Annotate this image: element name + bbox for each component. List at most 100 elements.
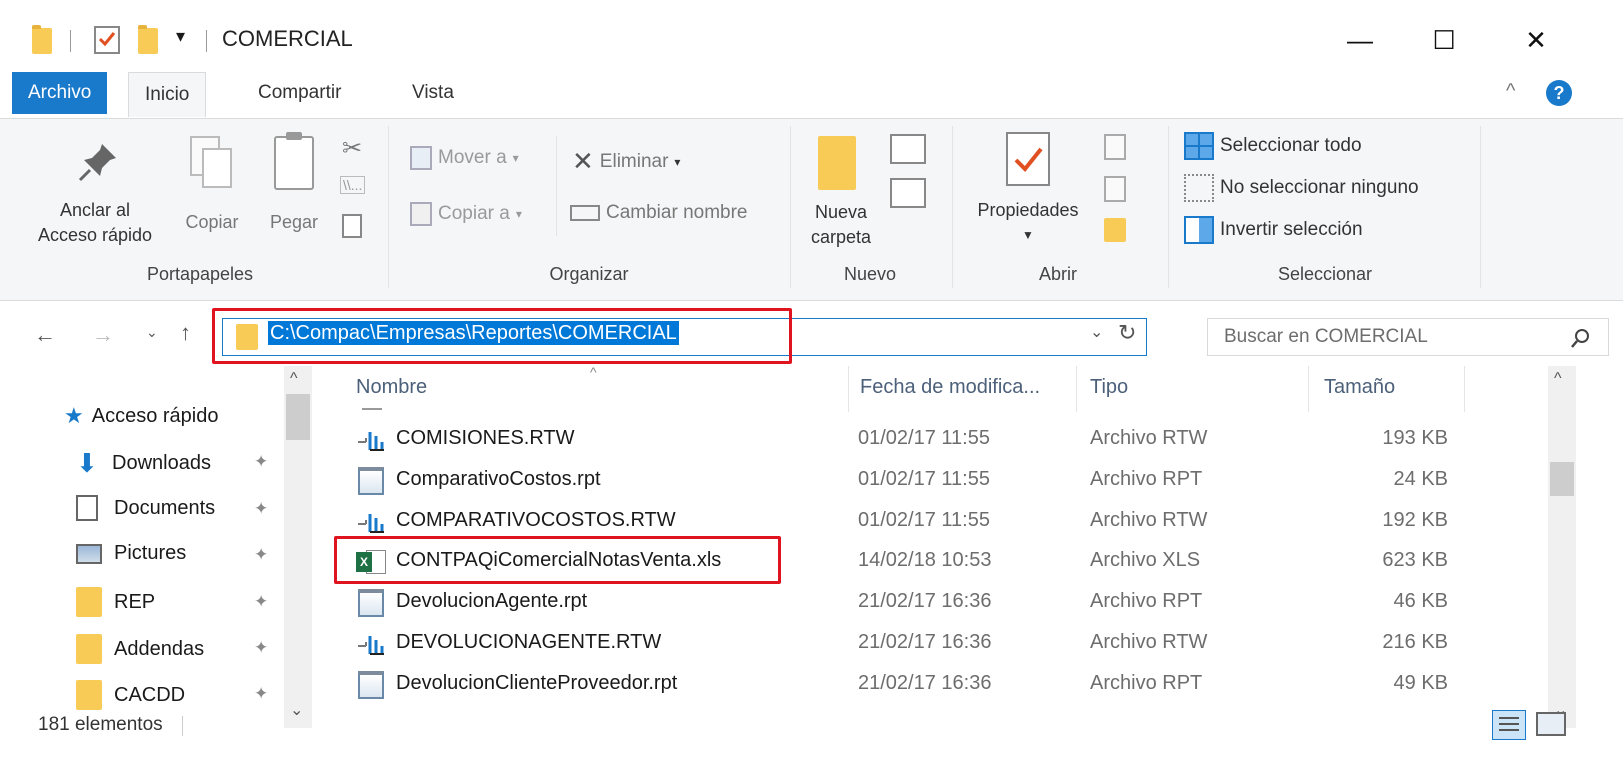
file-date: 01/02/17 11:55 bbox=[858, 508, 990, 531]
copy-to-label: Copiar a bbox=[438, 203, 510, 224]
status-bar bbox=[0, 736, 1623, 766]
copy-icon bbox=[190, 136, 234, 188]
qat-separator bbox=[70, 30, 71, 52]
copy-to-button[interactable]: Copiar a ▾ bbox=[410, 202, 522, 226]
details-view-icon[interactable] bbox=[1492, 710, 1526, 740]
nav-quick-access[interactable]: ★ Acceso rápido bbox=[64, 403, 218, 429]
rename-button[interactable]: Cambiar nombre bbox=[570, 202, 748, 224]
easy-access-icon[interactable] bbox=[890, 178, 926, 208]
nav-item-addendas[interactable]: Addendas bbox=[76, 634, 204, 664]
table-row[interactable]: COMISIONES.RTW 01/02/17 11:55 Archivo RTW 1… bbox=[358, 418, 1502, 460]
paste-shortcut-icon[interactable] bbox=[342, 214, 362, 238]
back-arrow-icon[interactable]: ← bbox=[34, 322, 56, 348]
sort-indicator-icon: ^ bbox=[590, 364, 597, 380]
qat-dropdown-icon[interactable]: ▾ bbox=[176, 26, 185, 47]
large-icons-view-icon[interactable] bbox=[1536, 712, 1566, 736]
pinned-icon: ✦ bbox=[254, 684, 269, 703]
nav-item-pictures[interactable]: Pictures bbox=[76, 542, 186, 565]
properties-check-icon[interactable] bbox=[94, 26, 120, 54]
nav-item-cacdd[interactable]: CACDD bbox=[76, 680, 185, 710]
new-item-icon[interactable] bbox=[890, 134, 926, 164]
copy-path-icon[interactable]: \\... bbox=[340, 176, 366, 194]
column-divider[interactable] bbox=[848, 366, 849, 412]
table-row[interactable]: DevolucionAgente.rpt 21/02/17 16:36 Archiv… bbox=[358, 581, 1502, 623]
delete-button[interactable]: ✕ Eliminar ▾ bbox=[572, 146, 680, 177]
maximize-button[interactable]: ☐ bbox=[1414, 10, 1474, 70]
new-folder-icon bbox=[818, 136, 856, 190]
recent-locations-icon[interactable]: ⌄ bbox=[146, 324, 158, 341]
scroll-thumb[interactable] bbox=[286, 394, 310, 440]
pinned-icon: ✦ bbox=[254, 638, 269, 657]
file-type: Archivo RTW bbox=[1090, 427, 1208, 449]
column-header-date[interactable]: Fecha de modifica... bbox=[860, 376, 1040, 399]
cut-icon[interactable]: ✂ bbox=[342, 134, 362, 163]
invert-selection-button[interactable]: Invertir selección bbox=[1184, 216, 1363, 244]
properties-button[interactable]: Propiedades ▼ bbox=[960, 198, 1096, 248]
table-row[interactable]: DEVOLUCIONAGENTE.RTW 21/02/17 16:36 Archiv… bbox=[358, 622, 1502, 664]
column-header-name[interactable]: Nombre bbox=[356, 376, 427, 399]
table-row[interactable]: ComparativoCostos.rpt 01/02/17 11:55 Archi… bbox=[358, 459, 1502, 501]
scroll-up-icon[interactable]: ^ bbox=[1554, 370, 1562, 388]
history-icon[interactable] bbox=[1104, 218, 1126, 242]
nav-item-label: Documents bbox=[114, 496, 216, 519]
search-icon[interactable] bbox=[1570, 327, 1592, 349]
document-icon bbox=[76, 495, 98, 521]
column-divider[interactable] bbox=[1076, 366, 1077, 412]
new-folder-qat-icon[interactable] bbox=[138, 25, 158, 54]
file-list-scrollbar[interactable]: ^ ⌄ bbox=[1548, 366, 1576, 728]
tab-inicio[interactable]: Inicio bbox=[128, 72, 207, 117]
new-folder-label: carpeta bbox=[810, 227, 872, 247]
address-dropdown-icon[interactable]: ⌄ bbox=[1090, 322, 1103, 342]
move-icon bbox=[410, 146, 432, 170]
help-icon[interactable]: ? bbox=[1546, 80, 1572, 106]
column-divider[interactable] bbox=[1464, 366, 1465, 412]
file-size: 192 KB bbox=[1382, 508, 1448, 531]
invert-selection-label: Invertir selección bbox=[1220, 219, 1363, 240]
file-name: DevolucionClienteProveedor.rpt bbox=[396, 671, 678, 694]
up-arrow-icon[interactable]: ↑ bbox=[180, 320, 191, 346]
tab-compartir[interactable]: Compartir bbox=[242, 72, 357, 114]
nav-item-downloads[interactable]: ⬇ Downloads bbox=[76, 448, 211, 479]
tab-archivo[interactable]: Archivo bbox=[12, 72, 108, 114]
partial-row-icon bbox=[362, 408, 382, 414]
forward-arrow-icon[interactable]: → bbox=[92, 322, 114, 348]
new-folder-button[interactable]: Nueva carpeta bbox=[806, 200, 876, 250]
file-type: Archivo RTW bbox=[1090, 631, 1208, 653]
scroll-up-icon[interactable]: ^ bbox=[290, 370, 298, 388]
column-header-type[interactable]: Tipo bbox=[1090, 376, 1128, 399]
delete-x-icon: ✕ bbox=[572, 146, 594, 176]
minimize-button[interactable]: — bbox=[1330, 10, 1390, 70]
nav-quick-access-label: Acceso rápido bbox=[91, 404, 219, 427]
status-divider bbox=[182, 716, 183, 736]
folder-icon bbox=[32, 25, 52, 54]
table-row[interactable]: DevolucionClienteProveedor.rpt 21/02/17 1… bbox=[358, 663, 1502, 705]
nav-item-rep[interactable]: REP bbox=[76, 587, 155, 617]
pinned-icon: ✦ bbox=[254, 452, 269, 471]
file-date: 01/02/17 11:55 bbox=[858, 467, 990, 490]
select-none-button[interactable]: No seleccionar ninguno bbox=[1184, 174, 1419, 202]
scroll-down-icon[interactable]: ⌄ bbox=[290, 700, 303, 720]
collapse-ribbon-icon[interactable]: ^ bbox=[1506, 80, 1515, 103]
move-to-label: Mover a bbox=[438, 147, 507, 168]
close-button[interactable]: ✕ bbox=[1506, 10, 1566, 70]
column-header-size[interactable]: Tamaño bbox=[1324, 376, 1395, 399]
paste-button[interactable]: Pegar bbox=[258, 210, 330, 235]
select-all-button[interactable]: Seleccionar todo bbox=[1184, 132, 1362, 160]
new-folder-label: Nueva bbox=[814, 202, 868, 222]
column-divider[interactable] bbox=[1308, 366, 1309, 412]
open-icon[interactable] bbox=[1104, 134, 1126, 160]
file-name: DEVOLUCIONAGENTE.RTW bbox=[396, 631, 662, 653]
file-size: 24 KB bbox=[1393, 467, 1448, 490]
group-label-nuevo: Nuevo bbox=[843, 264, 897, 284]
refresh-icon[interactable]: ↻ bbox=[1118, 320, 1136, 346]
nav-item-documents[interactable]: Documents bbox=[76, 495, 215, 521]
copy-button[interactable]: Copiar bbox=[176, 210, 248, 235]
edit-icon[interactable] bbox=[1104, 176, 1126, 202]
search-box[interactable]: Buscar en COMERCIAL bbox=[1207, 318, 1609, 356]
tab-vista[interactable]: Vista bbox=[396, 72, 470, 114]
scroll-thumb[interactable] bbox=[1550, 462, 1574, 496]
nav-pane-scrollbar[interactable]: ^ ⌄ bbox=[284, 366, 312, 728]
pin-to-quick-access-button[interactable]: Anclar al Acceso rápido bbox=[20, 198, 170, 248]
move-to-button[interactable]: Mover a ▾ bbox=[410, 146, 519, 170]
qat-separator bbox=[206, 30, 207, 52]
